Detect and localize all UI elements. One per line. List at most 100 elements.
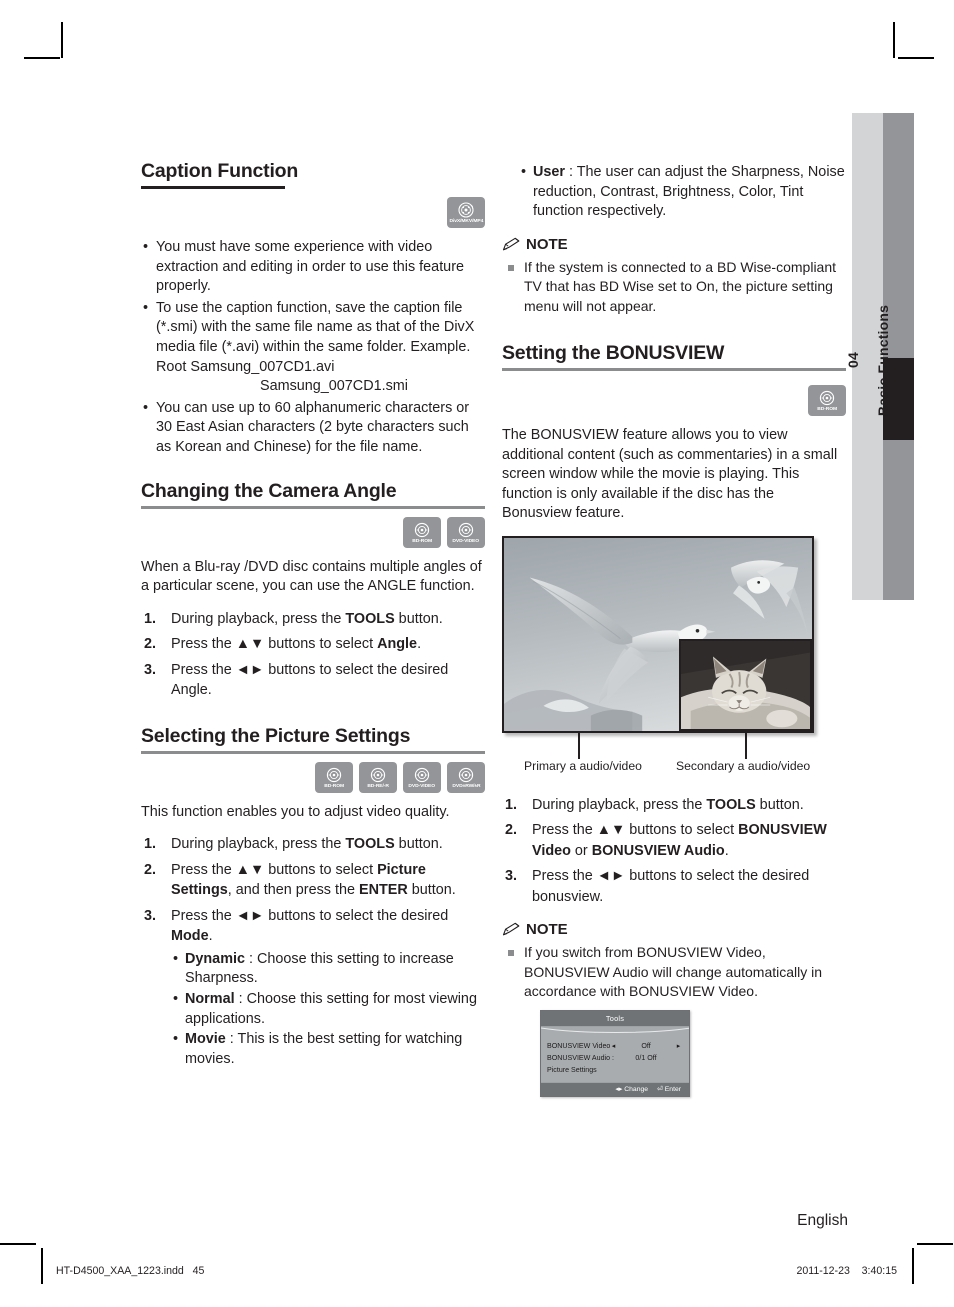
leader-line-secondary bbox=[745, 732, 747, 759]
footer-filename: HT-D4500_XAA_1223.indd 45 bbox=[56, 1265, 205, 1277]
right-arrow-icon[interactable]: ▸ bbox=[674, 1042, 683, 1050]
step-text-part: Press the ▲▼ buttons to select bbox=[532, 822, 739, 839]
note-list-2: If you switch from BONUSVIEW Video, BONU… bbox=[502, 943, 846, 1001]
disc-badge-label: DVD±RW/±R bbox=[451, 782, 481, 789]
osd-row-value: 0/1 Off bbox=[635, 1053, 657, 1062]
section-title-caption-function: Caption Function bbox=[141, 160, 299, 182]
step-text-part: button. bbox=[394, 836, 443, 853]
step-text-part: During playback, press the bbox=[171, 836, 346, 853]
disc-badge-label: BD-ROM bbox=[412, 537, 432, 544]
step-text-part: button. bbox=[407, 882, 456, 899]
step-item: 3. Press the ◄► buttons to select the de… bbox=[141, 906, 485, 1070]
step-text-after: . bbox=[417, 636, 422, 653]
section-title-bonusview: Setting the BONUSVIEW bbox=[502, 342, 725, 364]
disc-icon bbox=[326, 767, 342, 783]
primary-video-photo bbox=[502, 535, 814, 733]
list-item-indent-line: Samsung_007CD1.smi bbox=[260, 378, 408, 395]
step-text: During playback, press the TOOLS button. bbox=[171, 611, 443, 627]
osd-row-bonusview-audio[interactable]: BONUSVIEW Audio : 0/1 Off bbox=[547, 1052, 683, 1064]
step-number: 3. bbox=[144, 661, 157, 678]
osd-row-picture-settings[interactable]: Picture Settings bbox=[547, 1064, 683, 1076]
left-arrow-icon[interactable]: ◂ bbox=[609, 1042, 618, 1050]
crop-mark-bottom-right-horizontal bbox=[917, 1243, 953, 1245]
figure-leader-lines bbox=[502, 732, 814, 759]
note-heading: NOTE bbox=[502, 236, 846, 253]
pencil-icon bbox=[502, 922, 521, 937]
list-item: User : The user can adjust the Sharpness… bbox=[519, 163, 846, 222]
disc-badge-row-picture-settings: BD-ROM BD-RE/-R DVD-VIDEO DVD±RW/±R bbox=[141, 761, 485, 793]
crop-mark-top-right-horizontal bbox=[898, 57, 934, 59]
leader-line-primary bbox=[578, 732, 580, 759]
disc-icon bbox=[414, 522, 430, 538]
step-text-part: . bbox=[208, 928, 213, 945]
section-rule bbox=[141, 750, 485, 754]
step-text-before: Press the ◄► buttons to select the desir… bbox=[171, 661, 449, 678]
osd-footer-enter-label: Enter bbox=[664, 1085, 681, 1093]
enter-key-icon: ⏎ bbox=[657, 1086, 663, 1094]
step-text: Press the ▲▼ buttons to select Picture S… bbox=[171, 862, 456, 899]
step-text: During playback, press the TOOLS button. bbox=[171, 836, 443, 852]
step-text-part: Press the ◄► buttons to select the desir… bbox=[171, 907, 449, 924]
disc-icon bbox=[458, 522, 474, 538]
disc-badge-row-caption: DivX/MKV/MP4 bbox=[141, 197, 485, 228]
mode-desc: : The user can adjust the Sharpness, Noi… bbox=[533, 164, 845, 220]
step-text: Press the ◄► buttons to select the desir… bbox=[532, 868, 810, 905]
mode-name: Normal bbox=[185, 991, 235, 1007]
step-text: Press the ◄► buttons to select the desir… bbox=[171, 908, 448, 945]
osd-row-key: BONUSVIEW Video bbox=[547, 1041, 611, 1050]
list-item: You can use up to 60 alphanumeric charac… bbox=[141, 399, 485, 458]
picture-settings-intro: This function enables you to adjust vide… bbox=[141, 803, 450, 820]
osd-tools-menu: Tools BONUSVIEW Video ◂ Off ▸ BONUSVIEW … bbox=[540, 1009, 690, 1097]
chapter-number: 04 bbox=[844, 352, 861, 369]
note-heading: NOTE bbox=[502, 921, 846, 938]
step-number: 3. bbox=[144, 907, 157, 924]
disc-badge-row-bonusview: BD-ROM bbox=[502, 385, 846, 416]
step-text-part-bold: BONUSVIEW Audio bbox=[591, 842, 725, 859]
step-item: 1. During playback, press the TOOLS butt… bbox=[141, 834, 485, 855]
section-title-picture-settings: Selecting the Picture Settings bbox=[141, 724, 411, 747]
step-number: 3. bbox=[505, 868, 518, 885]
bonusview-figure: Primary a audio/video Secondary a audio/… bbox=[502, 535, 846, 777]
step-item: 3. Press the ◄► buttons to select the de… bbox=[141, 660, 485, 701]
step-text-before: Press the ▲▼ buttons to select bbox=[171, 636, 378, 653]
step-text: Press the ◄► buttons to select the desir… bbox=[171, 662, 448, 699]
list-item: Movie : This is the best setting for wat… bbox=[171, 1030, 485, 1069]
step-text-part: button. bbox=[755, 796, 804, 813]
camera-angle-intro: When a Blu-ray /DVD disc contains multip… bbox=[141, 558, 482, 595]
list-item: To use the caption function, save the ca… bbox=[141, 299, 485, 397]
note-label: NOTE bbox=[526, 235, 568, 253]
crop-mark-top-left-vertical bbox=[61, 22, 63, 58]
osd-row-bonusview-video[interactable]: BONUSVIEW Video ◂ Off ▸ bbox=[547, 1040, 683, 1052]
step-text-part: Press the ▲▼ buttons to select bbox=[171, 861, 378, 878]
disc-badge-row-camera-angle: BD-ROM DVD-VIDEO bbox=[141, 516, 485, 548]
section-rule bbox=[502, 368, 846, 371]
osd-wave-decoration bbox=[541, 1026, 689, 1036]
caption-secondary: Secondary a audio/video bbox=[676, 758, 811, 773]
side-tab-text-group: Basic Functions 04 bbox=[845, 113, 891, 600]
disc-badge-label: DVD-VIDEO bbox=[452, 537, 480, 544]
disc-badge-divx: DivX/MKV/MP4 bbox=[447, 197, 485, 228]
figure-captions: Primary a audio/video Secondary a audio/… bbox=[502, 759, 820, 777]
step-text: Press the ▲▼ buttons to select Angle. bbox=[171, 636, 421, 652]
step-text-part-bold: Mode bbox=[171, 928, 209, 945]
disc-badge-bd-re-r: BD-RE/-R bbox=[359, 761, 397, 793]
left-column: Caption Function DivX/MKV/MP4 • You must… bbox=[141, 160, 485, 1074]
disc-icon bbox=[458, 767, 474, 783]
footer-time: 3:40:15 bbox=[861, 1265, 897, 1277]
step-number: 2. bbox=[144, 861, 157, 878]
osd-row-key: BONUSVIEW Audio : bbox=[547, 1053, 615, 1062]
step-text-part: or bbox=[570, 842, 592, 859]
list-item: If the system is connected to a BD Wise-… bbox=[502, 258, 846, 316]
picture-settings-steps: 1. During playback, press the TOOLS butt… bbox=[141, 834, 485, 1069]
bonusview-intro: The BONUSVIEW feature allows you to view… bbox=[502, 427, 838, 522]
step-item: 2. Press the ▲▼ buttons to select Pictur… bbox=[141, 860, 485, 901]
disc-badge-dvd-video: DVD-VIDEO bbox=[403, 761, 441, 793]
caption-primary: Primary a audio/video bbox=[524, 758, 642, 773]
crop-mark-bottom-left-vertical bbox=[41, 1248, 43, 1284]
disc-icon bbox=[458, 202, 474, 218]
disc-badge-bd-rom: BD-ROM bbox=[315, 761, 353, 793]
disc-badge-label: DivX/MKV/MP4 bbox=[449, 218, 483, 224]
sleeping-cat-illustration bbox=[681, 640, 810, 729]
disc-icon bbox=[414, 767, 430, 783]
osd-footer-change: ◂▸ Change bbox=[615, 1085, 648, 1094]
